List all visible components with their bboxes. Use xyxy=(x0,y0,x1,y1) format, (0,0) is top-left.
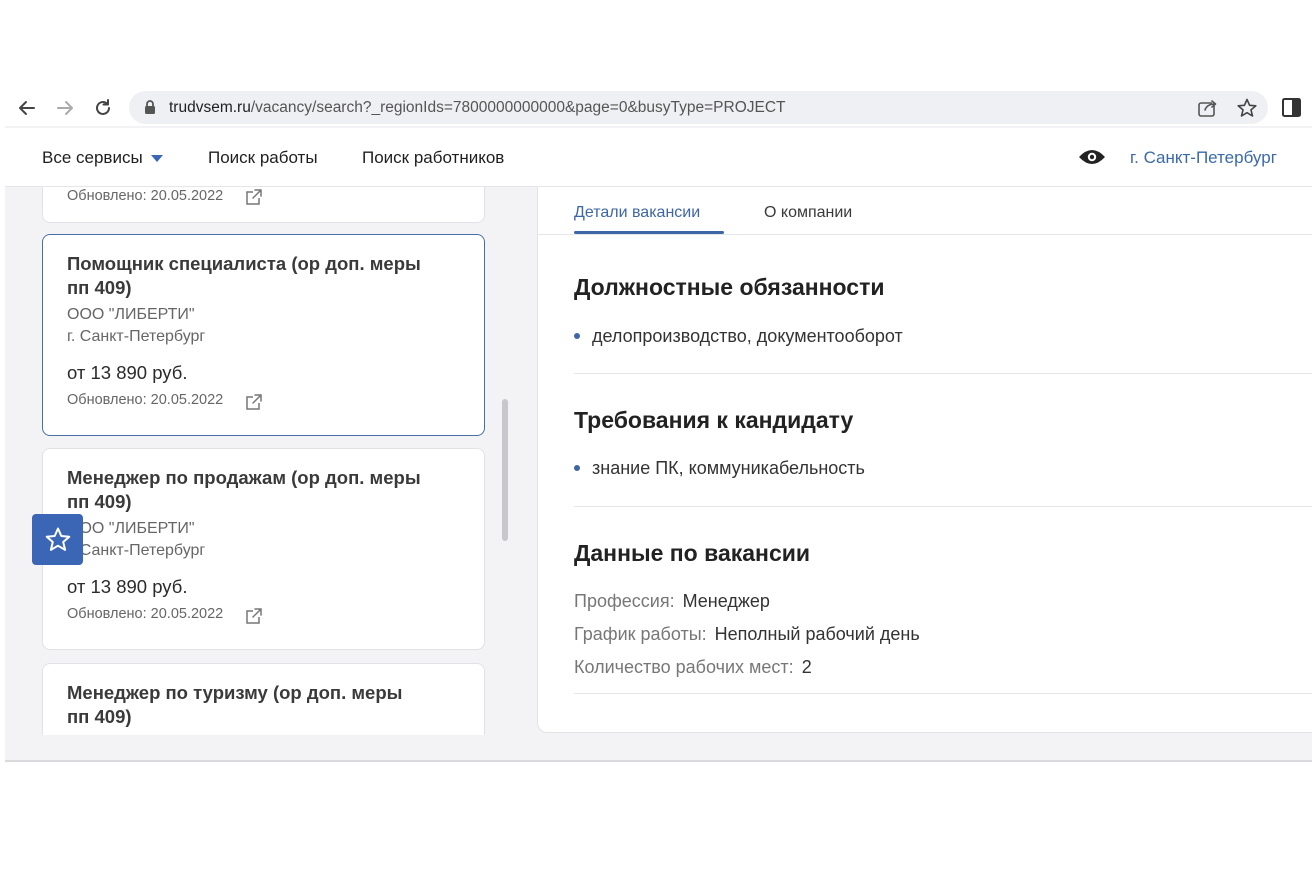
vacancy-list: Обновлено: 20.05.2022 Помощник специалис… xyxy=(5,187,525,735)
tab-vacancy-details[interactable]: Детали вакансии xyxy=(574,204,700,222)
card-company: ООО "ЛИБЕРТИ" xyxy=(67,306,195,323)
browser-window: trudvsem.ru/vacancy/search?_regionIds=78… xyxy=(5,90,1312,762)
vacancy-card[interactable]: Менеджер по туризму (ор доп. меры пп 409… xyxy=(42,663,485,735)
region-selector[interactable]: г. Санкт-Петербург xyxy=(1130,148,1277,168)
url-path: /vacancy/search?_regionIds=7800000000000… xyxy=(250,99,786,116)
reload-button[interactable] xyxy=(91,96,115,120)
field-positions-count: Количество рабочих мест: 2 xyxy=(574,657,812,678)
star-icon[interactable] xyxy=(1236,98,1258,118)
duty-item: делопроизводство, документооборот xyxy=(574,326,903,347)
bullet-icon xyxy=(574,332,580,339)
card-updated: Обновлено: 20.05.2022 xyxy=(67,392,224,408)
divider xyxy=(574,693,1312,694)
card-salary: от 13 890 руб. xyxy=(67,576,188,597)
back-button[interactable] xyxy=(15,96,39,120)
bullet-icon xyxy=(574,464,580,471)
forward-icon xyxy=(57,101,73,115)
star-icon xyxy=(45,527,70,551)
details-tabs: Детали вакансии О компании xyxy=(538,187,1312,235)
divider xyxy=(574,373,1312,374)
nav-all-services-label: Все сервисы xyxy=(42,148,143,167)
external-link-icon[interactable] xyxy=(245,188,263,206)
nav-job-search[interactable]: Поиск работы xyxy=(208,148,318,168)
lock-icon xyxy=(145,100,155,114)
field-label: График работы: xyxy=(574,624,707,644)
card-updated: Обновлено: 20.05.2022 xyxy=(67,188,224,204)
vacancy-card-selected[interactable]: Помощник специалиста (ор доп. меры пп 40… xyxy=(42,234,485,436)
address-bar[interactable]: trudvsem.ru/vacancy/search?_regionIds=78… xyxy=(129,91,1268,124)
field-value: 2 xyxy=(801,657,812,677)
nav-worker-search[interactable]: Поиск работников xyxy=(362,148,504,168)
reload-icon xyxy=(96,99,110,115)
requirements-title: Требования к кандидату xyxy=(574,407,854,433)
favorite-button[interactable] xyxy=(32,514,83,565)
side-panel-icon[interactable] xyxy=(1281,97,1303,119)
vacancy-data-title: Данные по вакансии xyxy=(574,540,811,566)
card-salary: от 13 890 руб. xyxy=(67,362,188,383)
card-title: Менеджер по продажам (ор доп. меры пп 40… xyxy=(67,467,421,512)
external-link-icon[interactable] xyxy=(245,393,263,411)
field-label: Количество рабочих мест: xyxy=(574,657,794,677)
vacancy-details: Детали вакансии О компании Должностные о… xyxy=(537,187,1312,733)
duty-text: делопроизводство, документооборот xyxy=(592,326,903,346)
card-company: ООО "ЛИБЕРТИ" xyxy=(67,520,195,537)
site-header: Все сервисы Поиск работы Поиск работнико… xyxy=(5,128,1312,187)
card-title: Помощник специалиста (ор доп. меры пп 40… xyxy=(67,253,421,298)
forward-button[interactable] xyxy=(53,96,77,120)
card-city: г. Санкт-Петербург xyxy=(67,328,206,345)
chevron-down-icon xyxy=(150,154,163,162)
card-title: Менеджер по туризму (ор доп. меры пп 409… xyxy=(67,682,403,727)
tab-about-company[interactable]: О компании xyxy=(764,204,852,222)
requirement-item: знание ПК, коммуникабельность xyxy=(574,458,865,479)
vacancy-card[interactable]: Обновлено: 20.05.2022 xyxy=(42,187,485,223)
vacancy-card[interactable]: Менеджер по продажам (ор доп. меры пп 40… xyxy=(42,448,485,650)
back-icon xyxy=(19,101,35,115)
field-label: Профессия: xyxy=(574,591,675,611)
divider xyxy=(574,506,1312,507)
field-value: Неполный рабочий день xyxy=(714,624,920,644)
external-link-icon[interactable] xyxy=(245,607,263,625)
active-tab-indicator xyxy=(574,231,724,234)
nav-all-services[interactable]: Все сервисы xyxy=(42,148,163,168)
field-profession: Профессия: Менеджер xyxy=(574,591,770,612)
browser-toolbar: trudvsem.ru/vacancy/search?_regionIds=78… xyxy=(5,90,1312,126)
card-updated: Обновлено: 20.05.2022 xyxy=(67,606,224,622)
eye-icon[interactable] xyxy=(1078,147,1106,167)
duties-title: Должностные обязанности xyxy=(574,274,885,300)
share-icon[interactable] xyxy=(1197,98,1219,118)
url-host: trudvsem.ru xyxy=(169,99,251,116)
url-text: trudvsem.ru/vacancy/search?_regionIds=78… xyxy=(169,99,786,117)
scrollbar-thumb[interactable] xyxy=(502,399,508,541)
requirement-text: знание ПК, коммуникабельность xyxy=(592,458,865,478)
field-value: Менеджер xyxy=(682,591,770,611)
field-schedule: График работы: Неполный рабочий день xyxy=(574,624,920,645)
card-city: г. Санкт-Петербург xyxy=(67,542,206,559)
